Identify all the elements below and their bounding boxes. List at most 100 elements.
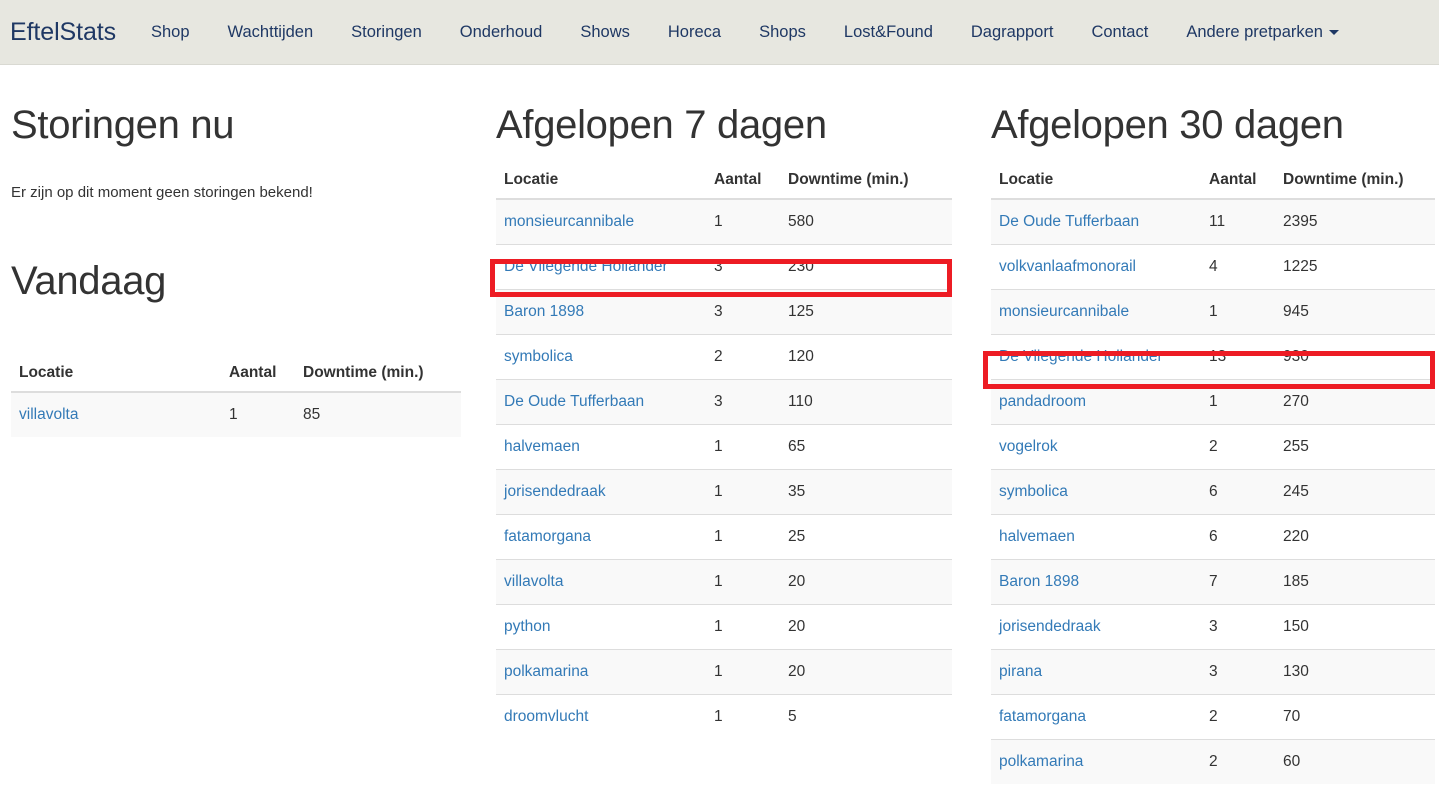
locatie-link[interactable]: jorisendedraak bbox=[999, 618, 1101, 635]
locatie-link[interactable]: halvemaen bbox=[999, 528, 1075, 545]
locatie-link[interactable]: Baron 1898 bbox=[999, 573, 1079, 590]
column-afgelopen-7-dagen: Afgelopen 7 dagen Locatie Aantal Downtim… bbox=[496, 65, 952, 681]
cell-aantal: 1 bbox=[706, 199, 780, 245]
nav-item-contact[interactable]: Contact bbox=[1072, 24, 1167, 41]
table-body: villavolta185 bbox=[11, 392, 461, 437]
nav-item-wachttijden[interactable]: Wachttijden bbox=[209, 24, 333, 41]
page-title-afgelopen-30-dagen: Afgelopen 30 dagen bbox=[991, 105, 1435, 145]
cell-locatie: De Oude Tufferbaan bbox=[496, 380, 706, 425]
cell-locatie: polkamarina bbox=[991, 740, 1201, 785]
cell-locatie: villavolta bbox=[496, 560, 706, 605]
table-row: droomvlucht15 bbox=[496, 695, 952, 740]
cell-downtime: 25 bbox=[780, 515, 952, 560]
table-row: villavolta 120 bbox=[496, 560, 952, 605]
cell-aantal: 2 bbox=[1201, 425, 1275, 470]
nav-item-onderhoud[interactable]: Onderhoud bbox=[441, 24, 562, 41]
nav-item-dagrapport[interactable]: Dagrapport bbox=[952, 24, 1073, 41]
nav-item-lost-and-found[interactable]: Lost&Found bbox=[825, 24, 952, 41]
locatie-link[interactable]: volkvanlaafmonorail bbox=[999, 258, 1136, 275]
locatie-link[interactable]: villavolta bbox=[19, 406, 78, 423]
cell-downtime: 65 bbox=[780, 425, 952, 470]
table-row: halvemaen 165 bbox=[496, 425, 952, 470]
cell-locatie: villavolta bbox=[11, 392, 221, 437]
col-header-downtime: Downtime (min.) bbox=[1275, 163, 1435, 199]
cell-locatie: fatamorgana bbox=[991, 695, 1201, 740]
table-row: fatamorgana 270 bbox=[991, 695, 1435, 740]
locatie-link[interactable]: pirana bbox=[999, 663, 1042, 680]
cell-locatie: Baron 1898 bbox=[496, 290, 706, 335]
table-afgelopen-7-dagen: Locatie Aantal Downtime (min.) monsieurc… bbox=[496, 163, 952, 739]
cell-aantal: 1 bbox=[706, 560, 780, 605]
locatie-link[interactable]: De Oude Tufferbaan bbox=[504, 393, 644, 410]
column-storingen-nu: Storingen nu Er zijn op dit moment geen … bbox=[11, 65, 461, 277]
nav-item-shows[interactable]: Shows bbox=[561, 24, 649, 41]
locatie-link[interactable]: De Vliegende Hollander bbox=[999, 348, 1163, 365]
nav-item-shop[interactable]: Shop bbox=[132, 24, 209, 41]
col-header-aantal: Aantal bbox=[706, 163, 780, 199]
cell-locatie: monsieurcannibale bbox=[496, 199, 706, 245]
locatie-link[interactable]: De Vliegende Hollander bbox=[504, 258, 668, 275]
locatie-link[interactable]: symbolica bbox=[999, 483, 1068, 500]
locatie-link[interactable]: polkamarina bbox=[504, 663, 588, 680]
cell-locatie: Baron 1898 bbox=[991, 560, 1201, 605]
locatie-link[interactable]: python bbox=[504, 618, 551, 635]
table-row: De Vliegende Hollander3230 bbox=[496, 245, 952, 290]
cell-aantal: 2 bbox=[1201, 740, 1275, 785]
cell-aantal: 3 bbox=[706, 245, 780, 290]
section-title-vandaag: Vandaag bbox=[11, 261, 461, 301]
page-title-afgelopen-7-dagen: Afgelopen 7 dagen bbox=[496, 105, 952, 145]
cell-aantal: 3 bbox=[1201, 650, 1275, 695]
cell-aantal: 1 bbox=[706, 470, 780, 515]
navbar-brand[interactable]: EftelStats bbox=[10, 20, 132, 45]
cell-aantal: 3 bbox=[706, 290, 780, 335]
cell-downtime: 20 bbox=[780, 560, 952, 605]
locatie-link[interactable]: pandadroom bbox=[999, 393, 1086, 410]
cell-downtime: 70 bbox=[1275, 695, 1435, 740]
chevron-down-icon bbox=[1329, 30, 1339, 35]
cell-aantal: 13 bbox=[1201, 335, 1275, 380]
locatie-link[interactable]: De Oude Tufferbaan bbox=[999, 213, 1139, 230]
cell-locatie: fatamorgana bbox=[496, 515, 706, 560]
locatie-link[interactable]: fatamorgana bbox=[504, 528, 591, 545]
navbar-links: Shop Wachttijden Storingen Onderhoud Sho… bbox=[132, 24, 1358, 41]
cell-locatie: volkvanlaafmonorail bbox=[991, 245, 1201, 290]
locatie-link[interactable]: symbolica bbox=[504, 348, 573, 365]
locatie-link[interactable]: fatamorgana bbox=[999, 708, 1086, 725]
cell-downtime: 130 bbox=[1275, 650, 1435, 695]
cell-aantal: 1 bbox=[1201, 290, 1275, 335]
table-row: Baron 18987185 bbox=[991, 560, 1435, 605]
table-head: Locatie Aantal Downtime (min.) bbox=[496, 163, 952, 199]
locatie-link[interactable]: droomvlucht bbox=[504, 708, 588, 725]
cell-downtime: 945 bbox=[1275, 290, 1435, 335]
locatie-link[interactable]: polkamarina bbox=[999, 753, 1083, 770]
locatie-link[interactable]: villavolta bbox=[504, 573, 563, 590]
cell-downtime: 930 bbox=[1275, 335, 1435, 380]
column-afgelopen-30-dagen: Afgelopen 30 dagen Locatie Aantal Downti… bbox=[991, 65, 1435, 726]
nav-item-shops[interactable]: Shops bbox=[740, 24, 825, 41]
cell-downtime: 2395 bbox=[1275, 199, 1435, 245]
cell-downtime: 220 bbox=[1275, 515, 1435, 560]
table-body: De Oude Tufferbaan112395volkvanlaafmonor… bbox=[991, 199, 1435, 784]
cell-locatie: De Vliegende Hollander bbox=[991, 335, 1201, 380]
locatie-link[interactable]: vogelrok bbox=[999, 438, 1058, 455]
cell-aantal: 1 bbox=[221, 392, 295, 437]
table-row: symbolica2120 bbox=[496, 335, 952, 380]
table-row: villavolta185 bbox=[11, 392, 461, 437]
nav-item-andere-pretparken[interactable]: Andere pretparken bbox=[1167, 24, 1358, 41]
cell-aantal: 1 bbox=[706, 650, 780, 695]
cell-aantal: 2 bbox=[1201, 695, 1275, 740]
locatie-link[interactable]: halvemaen bbox=[504, 438, 580, 455]
locatie-link[interactable]: monsieurcannibale bbox=[504, 213, 634, 230]
table-row: symbolica6245 bbox=[991, 470, 1435, 515]
cell-locatie: symbolica bbox=[991, 470, 1201, 515]
locatie-link[interactable]: jorisendedraak bbox=[504, 483, 606, 500]
nav-item-storingen[interactable]: Storingen bbox=[332, 24, 441, 41]
cell-aantal: 1 bbox=[706, 425, 780, 470]
table-row: Baron 18983125 bbox=[496, 290, 952, 335]
cell-locatie: monsieurcannibale bbox=[991, 290, 1201, 335]
nav-item-horeca[interactable]: Horeca bbox=[649, 24, 740, 41]
table-row: polkamarina120 bbox=[496, 650, 952, 695]
locatie-link[interactable]: Baron 1898 bbox=[504, 303, 584, 320]
cell-locatie: vogelrok bbox=[991, 425, 1201, 470]
locatie-link[interactable]: monsieurcannibale bbox=[999, 303, 1129, 320]
